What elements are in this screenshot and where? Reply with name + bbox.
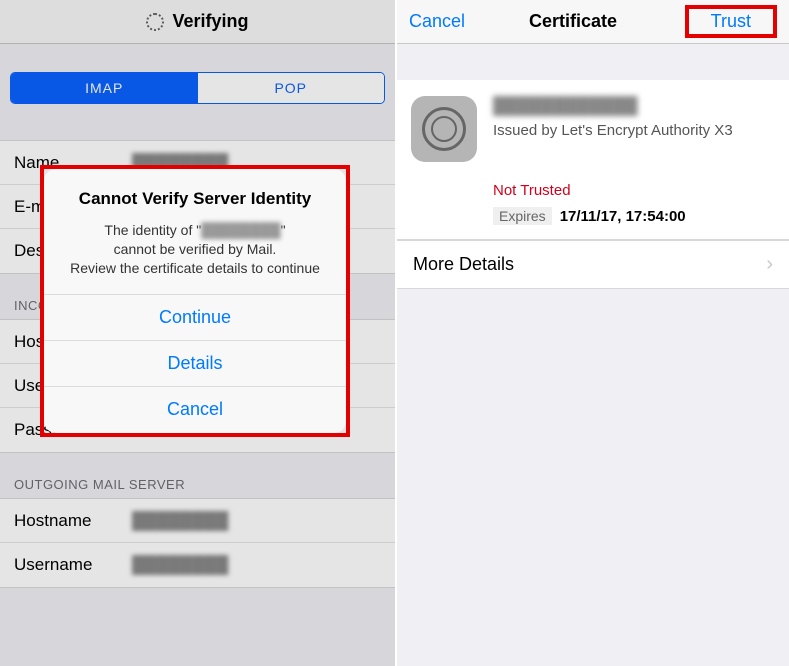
not-trusted-label: Not Trusted — [493, 182, 775, 199]
gear-icon — [411, 96, 477, 162]
certificate-info: ████████████ Issued by Let's Encrypt Aut… — [493, 96, 775, 139]
alert-details-button[interactable]: Details — [44, 341, 346, 387]
expires-row: Expires 17/11/17, 17:54:00 — [493, 207, 775, 225]
issued-by-prefix: Issued by — [493, 122, 561, 139]
certificate-name: ████████████ — [493, 96, 775, 116]
alert-message: The identity of "████████" cannot be ver… — [58, 221, 332, 278]
chevron-right-icon: › — [766, 253, 773, 276]
alert-title: Cannot Verify Server Identity — [58, 189, 332, 209]
alert-continue-button[interactable]: Continue — [44, 295, 346, 341]
alert-line1a: The identity of " — [104, 222, 201, 238]
certificate-row: ████████████ Issued by Let's Encrypt Aut… — [397, 80, 789, 178]
alert-line1c: " — [281, 222, 286, 238]
nav-cancel-button[interactable]: Cancel — [409, 11, 489, 32]
expires-value: 17/11/17, 17:54:00 — [560, 208, 686, 225]
certificate-status: Not Trusted Expires 17/11/17, 17:54:00 — [397, 178, 789, 239]
nav-title: Certificate — [529, 11, 617, 32]
right-pane: Cancel Certificate Trust ████████████ Is… — [395, 0, 789, 666]
expires-label: Expires — [493, 207, 552, 225]
issued-by-value: Let's Encrypt Authority X3 — [561, 122, 732, 139]
certificate-section: ████████████ Issued by Let's Encrypt Aut… — [397, 80, 789, 240]
alert-body: Cannot Verify Server Identity The identi… — [44, 169, 346, 294]
nav-bar: Cancel Certificate Trust — [397, 0, 789, 44]
certificate-issuer: Issued by Let's Encrypt Authority X3 — [493, 122, 775, 139]
alert-line3: Review the certificate details to contin… — [70, 260, 320, 276]
more-details-row[interactable]: More Details › — [397, 240, 789, 289]
nav-trust-button[interactable]: Trust — [685, 5, 777, 38]
alert-dialog: Cannot Verify Server Identity The identi… — [44, 169, 346, 433]
alert-line2: cannot be verified by Mail. — [114, 241, 277, 257]
alert-server-name: ████████ — [201, 221, 280, 240]
left-pane: Verifying IMAP POP Name ████████ E-mail … — [0, 0, 395, 666]
alert-cancel-button[interactable]: Cancel — [44, 387, 346, 433]
alert-buttons: Continue Details Cancel — [44, 294, 346, 433]
nav-right-wrap: Trust — [657, 5, 777, 38]
more-details-label: More Details — [413, 254, 514, 275]
alert-highlight-box: Cannot Verify Server Identity The identi… — [40, 165, 350, 437]
